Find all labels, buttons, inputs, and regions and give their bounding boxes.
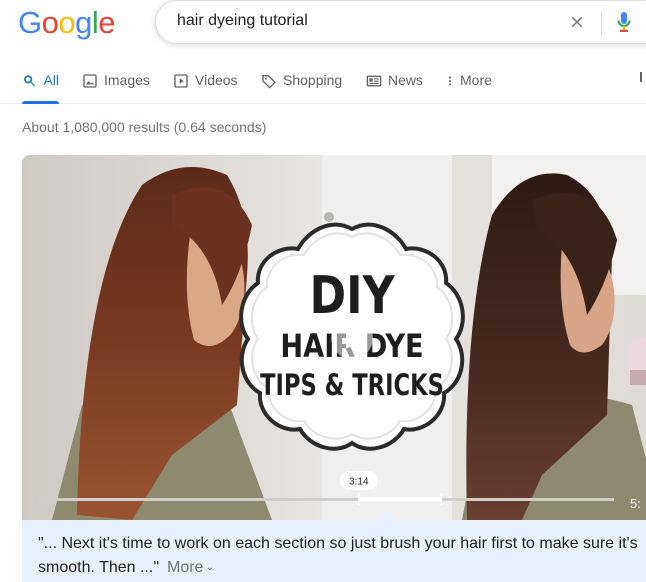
video-progress-track	[38, 498, 614, 501]
duration-label: 5:	[630, 496, 641, 511]
chevron-down-icon: ⌄	[205, 562, 214, 573]
video-thumbnail[interactable]: DIY HAIR DYE TIPS & TRICKS 3:14 5:	[22, 155, 646, 520]
tab-label: More	[460, 72, 492, 88]
tab-label: Videos	[195, 72, 238, 88]
play-icon	[174, 74, 188, 88]
tab-label: Shopping	[283, 72, 343, 88]
search-icon	[23, 75, 36, 87]
logo-letter: G	[18, 5, 42, 40]
clip-range	[358, 497, 442, 502]
logo-letter: e	[98, 5, 116, 40]
close-icon[interactable]	[568, 13, 586, 31]
active-tab-indicator	[22, 101, 59, 104]
search-input[interactable]: hair dyeing tutorial	[177, 12, 308, 30]
snippet-text: "... Next it's time to work on each sect…	[38, 532, 646, 580]
logo-letter: o	[58, 5, 76, 40]
more-label: More	[167, 559, 204, 576]
more-link[interactable]: More ⌄	[167, 559, 214, 576]
logo-letter: g	[75, 5, 92, 40]
badge-line1: DIY	[309, 266, 395, 326]
tab-shopping[interactable]: Shopping	[261, 72, 342, 104]
timestamp-label: 3:14	[349, 477, 369, 488]
snippet-quote: "... Next it's time to work on each sect…	[38, 535, 638, 576]
result-stats: About 1,080,000 results (0.64 seconds)	[22, 119, 267, 135]
badge-line3: TIPS & TRICKS	[260, 369, 444, 402]
play-button	[331, 317, 373, 359]
tab-label: News	[388, 72, 424, 88]
cupcake-liner	[630, 370, 646, 385]
clip-end-marker	[440, 493, 443, 505]
search-tabs: All Images Videos Shopping News More	[0, 62, 646, 104]
door-knob	[324, 212, 334, 222]
search-box[interactable]: hair dyeing tutorial	[155, 0, 646, 44]
tab-label: Images	[104, 72, 150, 88]
tab-more[interactable]: More	[444, 72, 492, 104]
logo-letter: o	[41, 5, 59, 40]
clip-start-marker	[357, 493, 360, 505]
tab-videos[interactable]: Videos	[173, 72, 238, 104]
image-icon	[83, 74, 97, 88]
tab-label: All	[43, 72, 59, 88]
video-frame-art: DIY HAIR DYE TIPS & TRICKS 3:14 5:	[22, 155, 646, 520]
tag-icon	[262, 75, 276, 89]
search-divider	[601, 11, 602, 35]
google-logo[interactable]: Google	[18, 5, 116, 41]
tab-news[interactable]: News	[366, 72, 423, 104]
more-vert-icon	[449, 76, 451, 86]
microphone-icon[interactable]	[616, 10, 632, 34]
transcript-snippet: "... Next it's time to work on each sect…	[22, 520, 646, 582]
tools-tab-edge[interactable]	[640, 72, 642, 82]
tab-images[interactable]: Images	[82, 72, 150, 104]
tab-all[interactable]: All	[22, 72, 59, 104]
news-icon	[366, 75, 382, 87]
video-result-card[interactable]: DIY HAIR DYE TIPS & TRICKS 3:14 5: "... …	[22, 155, 646, 582]
